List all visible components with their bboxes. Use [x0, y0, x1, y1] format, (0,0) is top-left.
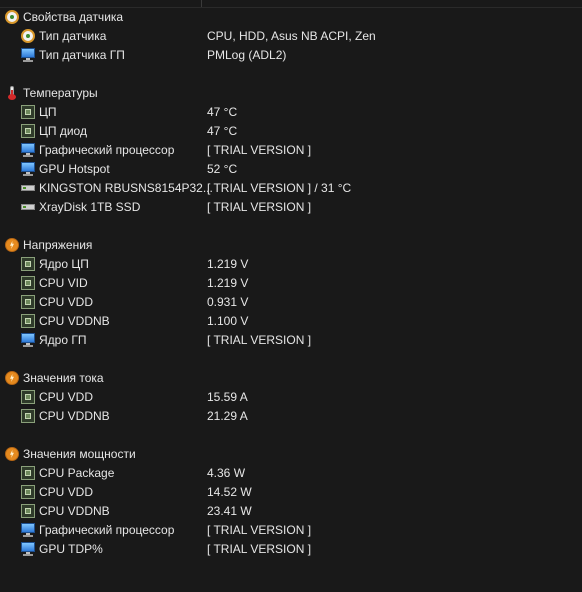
group-header[interactable]: Значения мощности — [0, 445, 582, 464]
sensor-label: Тип датчика ГП — [39, 48, 125, 62]
monitor-icon — [21, 162, 35, 176]
sensor-label: CPU VDDNB — [39, 504, 110, 518]
sensor-label: GPU TDP% — [39, 542, 103, 556]
disk-icon — [21, 181, 35, 195]
sensor-label: Ядро ГП — [39, 333, 87, 347]
current-icon — [5, 371, 19, 385]
sensor-label: Ядро ЦП — [39, 257, 89, 271]
sensor-row[interactable]: CPU Package 4.36 W — [0, 464, 582, 483]
group-title: Значения мощности — [23, 447, 136, 461]
sensor-label: CPU VDD — [39, 295, 94, 309]
sensor-label: CPU Package — [39, 466, 115, 480]
monitor-icon — [21, 542, 35, 556]
voltage-icon — [5, 238, 19, 252]
sensor-value: [ TRIAL VERSION ] — [207, 542, 312, 556]
sensor-label: CPU VDD — [39, 485, 94, 499]
sensor-row[interactable]: ЦП 47 °C — [0, 103, 582, 122]
chip-icon — [21, 390, 35, 404]
chip-icon — [21, 466, 35, 480]
sensor-row[interactable]: CPU VID 1.219 V — [0, 274, 582, 293]
chip-icon — [21, 276, 35, 290]
sensor-label: CPU VDD — [39, 390, 94, 404]
group-header[interactable]: Напряжения — [0, 236, 582, 255]
sensor-value: 23.41 W — [207, 504, 252, 518]
chip-icon — [21, 409, 35, 423]
sensor-label: KINGSTON RBUSNS8154P32... — [39, 181, 213, 195]
sensor-row[interactable]: Графический процессор [ TRIAL VERSION ] — [0, 141, 582, 160]
group-title: Значения тока — [23, 371, 104, 385]
power-icon — [5, 447, 19, 461]
sensor-value: [ TRIAL VERSION ] — [207, 200, 312, 214]
sensor-row[interactable]: CPU VDDNB 21.29 A — [0, 407, 582, 426]
sensor-value: 4.36 W — [207, 466, 246, 480]
sensor-row[interactable]: Тип датчика CPU, HDD, Asus NB ACPI, Zen — [0, 27, 582, 46]
sensor-value: 1.219 V — [207, 257, 249, 271]
sensor-value: 21.29 A — [207, 409, 248, 423]
sensor-value: 52 °C — [207, 162, 238, 176]
sensor-row[interactable]: Ядро ГП [ TRIAL VERSION ] — [0, 331, 582, 350]
chip-icon — [21, 504, 35, 518]
sensor-value: 47 °C — [207, 105, 238, 119]
chip-icon — [21, 124, 35, 138]
group-header[interactable]: Значения тока — [0, 369, 582, 388]
sensor-value: 14.52 W — [207, 485, 252, 499]
sensor-label: XrayDisk 1TB SSD — [39, 200, 141, 214]
group-title: Температуры — [23, 86, 98, 100]
sensor-value: PMLog (ADL2) — [207, 48, 287, 62]
sensor-row[interactable]: Графический процессор [ TRIAL VERSION ] — [0, 521, 582, 540]
group-title: Свойства датчика — [23, 10, 124, 24]
sensor-row[interactable]: CPU VDD 14.52 W — [0, 483, 582, 502]
group-header[interactable]: Свойства датчика — [0, 8, 582, 27]
group-header[interactable]: Температуры — [0, 84, 582, 103]
sensor-value: [ TRIAL VERSION ] — [207, 523, 312, 537]
chip-icon — [21, 105, 35, 119]
sensor-value: 1.100 V — [207, 314, 249, 328]
sensor-value: 0.931 V — [207, 295, 249, 309]
sensor-icon — [21, 29, 35, 43]
monitor-icon — [21, 143, 35, 157]
header-strip — [0, 0, 582, 8]
group-title: Напряжения — [23, 238, 93, 252]
chip-icon — [21, 295, 35, 309]
sensor-row[interactable]: KINGSTON RBUSNS8154P32...[ TRIAL VERSION… — [0, 179, 582, 198]
sensor-value: [ TRIAL VERSION ] / 31 °C — [207, 181, 352, 195]
sensor-row[interactable]: GPU Hotspot 52 °C — [0, 160, 582, 179]
sensor-row[interactable]: Ядро ЦП 1.219 V — [0, 255, 582, 274]
sensor-row[interactable]: ЦП диод 47 °C — [0, 122, 582, 141]
sensor-value: 1.219 V — [207, 276, 249, 290]
monitor-icon — [21, 48, 35, 62]
sensor-row[interactable]: GPU TDP% [ TRIAL VERSION ] — [0, 540, 582, 559]
sensor-icon — [5, 10, 19, 24]
chip-icon — [21, 257, 35, 271]
monitor-icon — [21, 333, 35, 347]
column-divider[interactable] — [201, 0, 202, 7]
sensor-label: Тип датчика — [39, 29, 107, 43]
sensor-label: GPU Hotspot — [39, 162, 110, 176]
sensor-value: [ TRIAL VERSION ] — [207, 143, 312, 157]
sensor-label: ЦП диод — [39, 124, 87, 138]
sensor-row[interactable]: CPU VDDNB 23.41 W — [0, 502, 582, 521]
sensor-label: CPU VID — [39, 276, 88, 290]
sensor-value: 47 °C — [207, 124, 238, 138]
sensor-value: 15.59 A — [207, 390, 248, 404]
sensor-row[interactable]: CPU VDD 0.931 V — [0, 293, 582, 312]
sensor-label: CPU VDDNB — [39, 314, 110, 328]
sensor-label: Графический процессор — [39, 143, 175, 157]
sensor-label: Графический процессор — [39, 523, 175, 537]
sensor-value: [ TRIAL VERSION ] — [207, 333, 312, 347]
sensor-label: CPU VDDNB — [39, 409, 110, 423]
chip-icon — [21, 314, 35, 328]
chip-icon — [21, 485, 35, 499]
sensor-row[interactable]: XrayDisk 1TB SSD [ TRIAL VERSION ] — [0, 198, 582, 217]
sensor-row[interactable]: CPU VDDNB 1.100 V — [0, 312, 582, 331]
disk-icon — [21, 200, 35, 214]
sensor-row[interactable]: CPU VDD 15.59 A — [0, 388, 582, 407]
sensor-label: ЦП — [39, 105, 57, 119]
thermometer-icon — [5, 86, 19, 100]
sensor-row[interactable]: Тип датчика ГП PMLog (ADL2) — [0, 46, 582, 65]
sensor-value: CPU, HDD, Asus NB ACPI, Zen — [207, 29, 376, 43]
monitor-icon — [21, 523, 35, 537]
